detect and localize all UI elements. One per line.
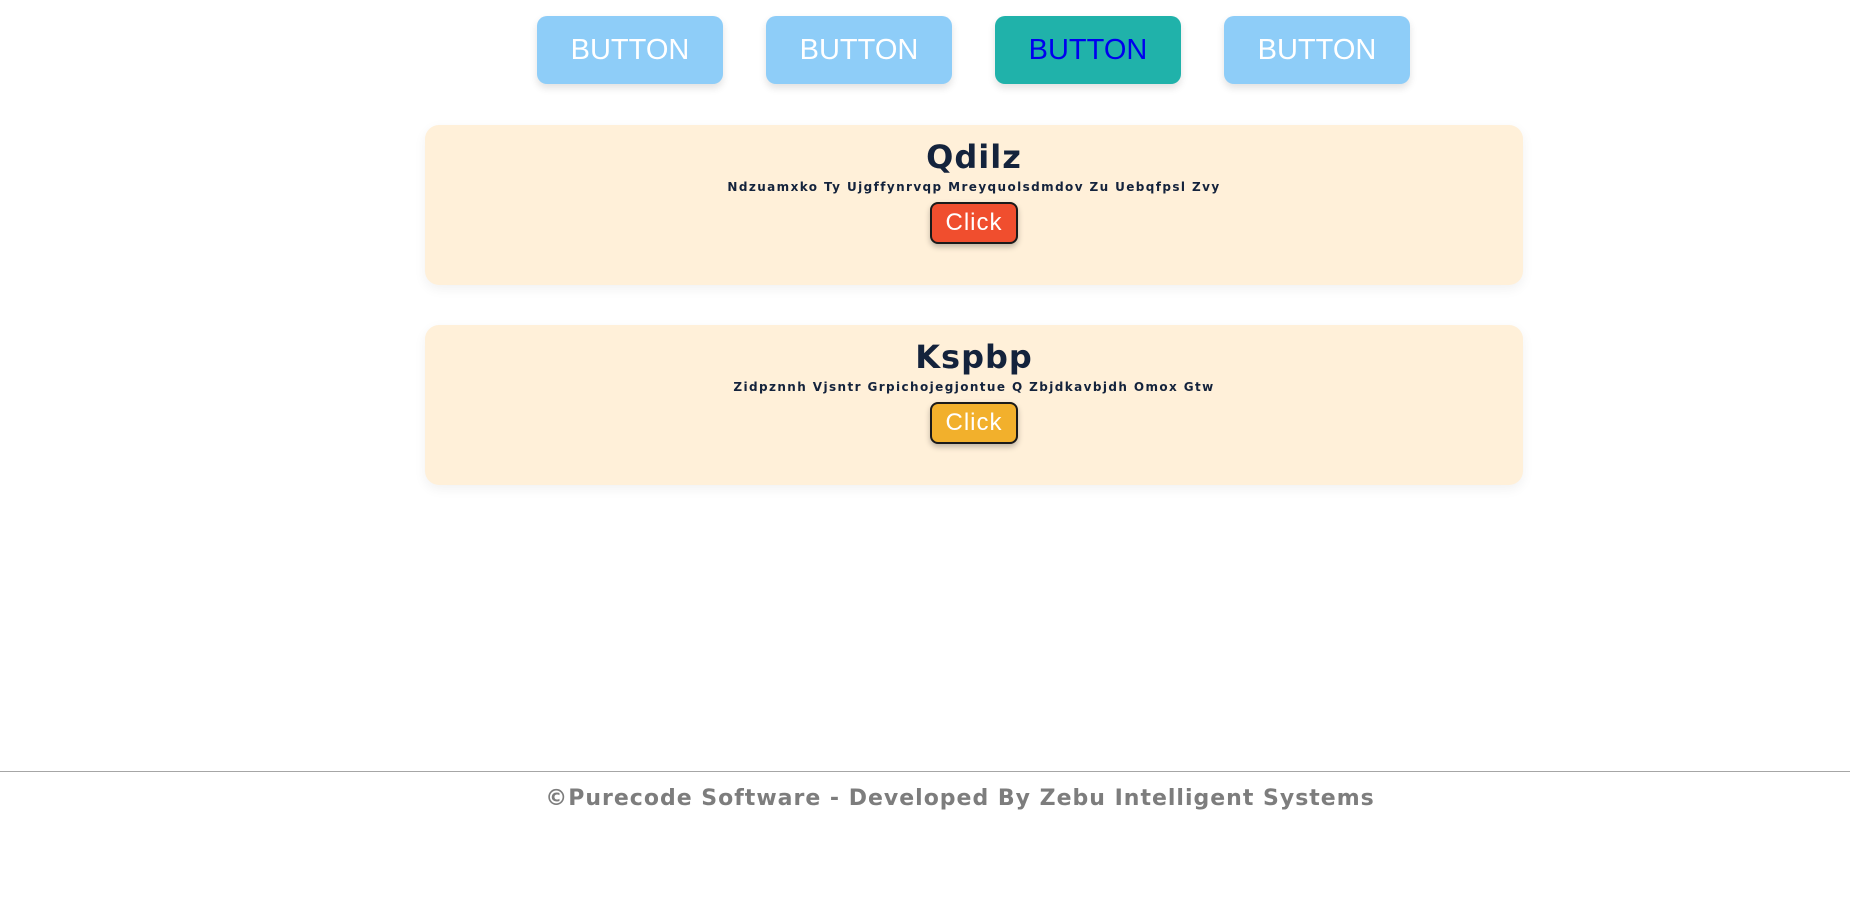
nav-button-2[interactable]: BUTTON <box>766 16 952 84</box>
card-title: Qdilz <box>926 138 1022 176</box>
nav-button-4[interactable]: BUTTON <box>1224 16 1410 84</box>
card-subtitle: Zidpznnh Vjsntr Grpichojegjontue Q Zbjdk… <box>733 380 1215 394</box>
click-button[interactable]: Click <box>930 402 1018 444</box>
card-kspbp: Kspbp Zidpznnh Vjsntr Grpichojegjontue Q… <box>425 325 1523 485</box>
footer-copyright: ©Purecode Software - Developed By Zebu I… <box>545 786 1375 811</box>
top-button-bar: BUTTON BUTTON BUTTON BUTTON <box>537 16 1410 84</box>
click-button[interactable]: Click <box>930 202 1018 244</box>
nav-button-3-active[interactable]: BUTTON <box>995 16 1181 84</box>
footer-divider <box>0 771 1850 772</box>
card-title: Kspbp <box>915 338 1033 376</box>
page: BUTTON BUTTON BUTTON BUTTON Qdilz Ndzuam… <box>0 0 1850 900</box>
card-subtitle: Ndzuamxko Ty Ujgffynrvqp Mreyquolsdmdov … <box>727 180 1221 194</box>
nav-button-1[interactable]: BUTTON <box>537 16 723 84</box>
card-qdilz: Qdilz Ndzuamxko Ty Ujgffynrvqp Mreyquols… <box>425 125 1523 285</box>
